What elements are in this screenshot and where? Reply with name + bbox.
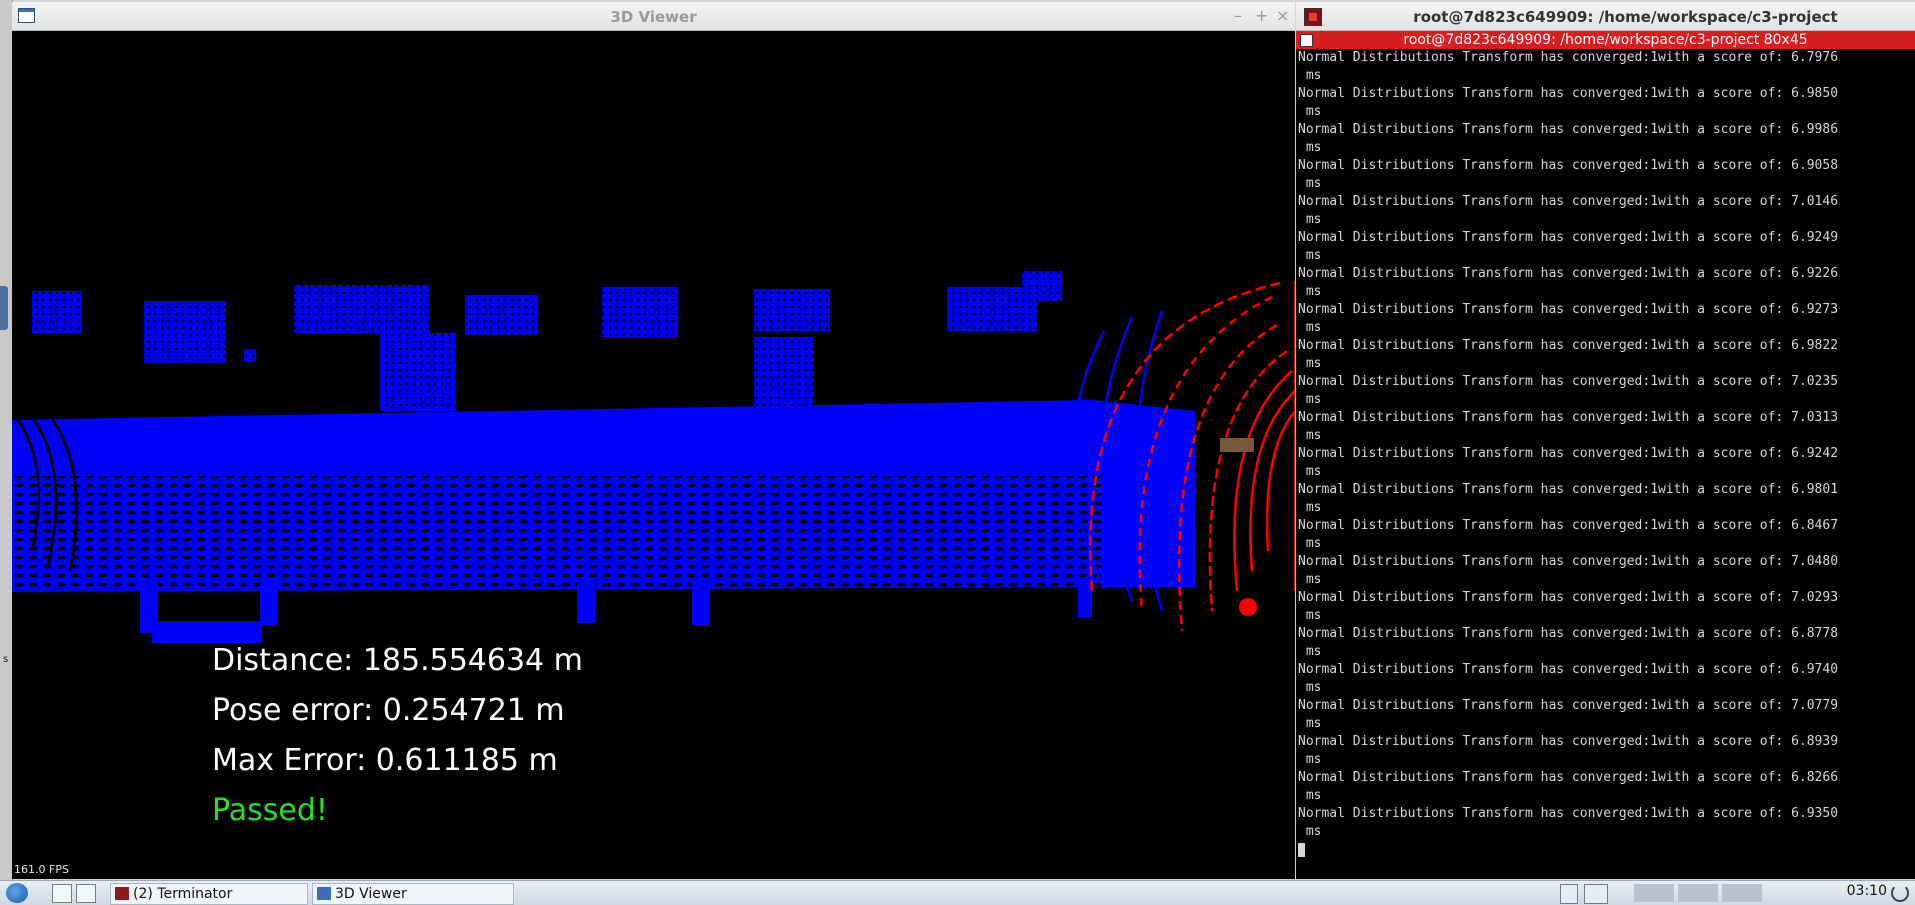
terminal-line: Normal Distributions Transform has conve… — [1298, 50, 1839, 65]
terminal-line: Normal Distributions Transform has conve… — [1298, 770, 1839, 785]
workspace-2[interactable] — [1678, 884, 1718, 902]
terminal-line: Normal Distributions Transform has conve… — [1298, 266, 1839, 281]
terminal-line: Normal Distributions Transform has conve… — [1298, 194, 1839, 209]
terminal-line: ms — [1298, 824, 1322, 839]
taskbar: (2) Terminator 3D Viewer 03:10 — [0, 880, 1915, 905]
terminal-line: ms — [1298, 68, 1322, 83]
terminal-line: Normal Distributions Transform has conve… — [1298, 662, 1839, 677]
terminal-line: Normal Distributions Transform has conve… — [1298, 338, 1839, 353]
terminal-line: ms — [1298, 644, 1322, 659]
terminal-line: Normal Distributions Transform has conve… — [1298, 302, 1839, 317]
point-cloud-render — [12, 271, 1295, 643]
terminal-line: Normal Distributions Transform has conve… — [1298, 734, 1839, 749]
workspace-active-icon[interactable] — [1584, 884, 1608, 904]
taskbar-item-3d-viewer[interactable]: 3D Viewer — [312, 883, 514, 905]
bluetooth-icon[interactable] — [1774, 884, 1784, 902]
terminal-line: ms — [1298, 500, 1322, 515]
terminal-line: Normal Distributions Transform has conve… — [1298, 698, 1839, 713]
background-structures — [32, 271, 1062, 411]
terminal-line: ms — [1298, 536, 1322, 551]
terminal-subtitle: root@7d823c649909: /home/workspace/c3-pr… — [1403, 32, 1808, 48]
ego-vehicle-box — [1220, 438, 1254, 452]
terminator-icon — [115, 887, 129, 900]
terminal-line: ms — [1298, 392, 1322, 407]
viewer-titlebar[interactable]: 3D Viewer – + × — [12, 2, 1295, 31]
desktop-icon[interactable] — [76, 884, 96, 903]
terminal-line: Normal Distributions Transform has conve… — [1298, 482, 1839, 497]
terminal-line: Normal Distributions Transform has conve… — [1298, 410, 1839, 425]
terminal-line: Normal Distributions Transform has conve… — [1298, 122, 1839, 137]
volume-icon[interactable] — [1810, 884, 1824, 902]
terminal-line: Normal Distributions Transform has conve… — [1298, 626, 1839, 641]
taskbar-item-terminator[interactable]: (2) Terminator — [110, 883, 308, 905]
viewer-window: 3D Viewer – + × Distance: 185.554634 m P… — [12, 2, 1295, 879]
terminal-line: ms — [1298, 464, 1322, 479]
desktop-edge-letter: s — [3, 654, 9, 665]
pose-error-readout: Pose error: 0.254721 m — [212, 693, 565, 728]
terminal-output[interactable]: Normal Distributions Transform has conve… — [1298, 49, 1915, 859]
terminal-line: ms — [1298, 716, 1322, 731]
terminal-title: root@7d823c649909: /home/workspace/c3-pr… — [1413, 8, 1838, 26]
terminal-line: Normal Distributions Transform has conve… — [1298, 158, 1839, 173]
file-manager-icon[interactable] — [52, 884, 72, 903]
max-error-readout: Max Error: 0.611185 m — [212, 743, 558, 778]
terminal-line: Normal Distributions Transform has conve… — [1298, 590, 1839, 605]
fps-counter: 161.0 FPS — [14, 863, 69, 876]
terminal-line: ms — [1298, 788, 1322, 803]
terminal-line: ms — [1298, 176, 1322, 191]
minimize-icon[interactable]: – — [1234, 6, 1242, 25]
desktop-panel-handle[interactable] — [0, 286, 8, 330]
terminal-line: ms — [1298, 104, 1322, 119]
terminal-tab-bar[interactable]: root@7d823c649909: /home/workspace/c3-pr… — [1296, 31, 1915, 49]
terminal-line: ms — [1298, 212, 1322, 227]
terminal-line: ms — [1298, 680, 1322, 695]
terminal-line: ms — [1298, 428, 1322, 443]
terminal-line: ms — [1298, 140, 1322, 155]
start-menu-icon[interactable] — [6, 883, 28, 903]
close-icon[interactable]: × — [1276, 6, 1289, 25]
terminal-titlebar[interactable]: root@7d823c649909: /home/workspace/c3-pr… — [1296, 2, 1915, 31]
point-cloud-canvas[interactable]: Distance: 185.554634 m Pose error: 0.254… — [12, 31, 1295, 879]
terminal-line: Normal Distributions Transform has conve… — [1298, 230, 1839, 245]
terminal-line: ms — [1298, 572, 1322, 587]
terminal-line: Normal Distributions Transform has conve… — [1298, 806, 1839, 821]
status-passed: Passed! — [212, 793, 328, 828]
terminal-line: ms — [1298, 248, 1322, 263]
terminal-window: root@7d823c649909: /home/workspace/c3-pr… — [1296, 2, 1915, 879]
terminal-line: ms — [1298, 356, 1322, 371]
terminal-line: ms — [1298, 752, 1322, 767]
terminal-line: Normal Distributions Transform has conve… — [1298, 518, 1839, 533]
terminal-line: ms — [1298, 608, 1322, 623]
workspace-switch-icon[interactable] — [1560, 884, 1578, 904]
terminal-line: Normal Distributions Transform has conve… — [1298, 446, 1839, 461]
terminal-prompt-line — [1298, 841, 1915, 859]
terminal-line: Normal Distributions Transform has conve… — [1298, 554, 1839, 569]
power-icon[interactable] — [1891, 884, 1909, 902]
terminal-line: Normal Distributions Transform has conve… — [1298, 86, 1839, 101]
clock[interactable]: 03:10 — [1847, 883, 1887, 899]
terminal-cursor — [1298, 842, 1305, 857]
workspace-3[interactable] — [1722, 884, 1762, 902]
viewer-title: 3D Viewer — [610, 8, 697, 26]
terminal-line: ms — [1298, 284, 1322, 299]
maximize-icon[interactable]: + — [1255, 6, 1268, 25]
terminator-icon[interactable] — [1304, 8, 1322, 26]
distance-readout: Distance: 185.554634 m — [212, 643, 583, 678]
window-icon — [317, 887, 331, 900]
terminal-line: ms — [1298, 320, 1322, 335]
workspace-1[interactable] — [1634, 884, 1674, 902]
terminal-line: Normal Distributions Transform has conve… — [1298, 374, 1839, 389]
